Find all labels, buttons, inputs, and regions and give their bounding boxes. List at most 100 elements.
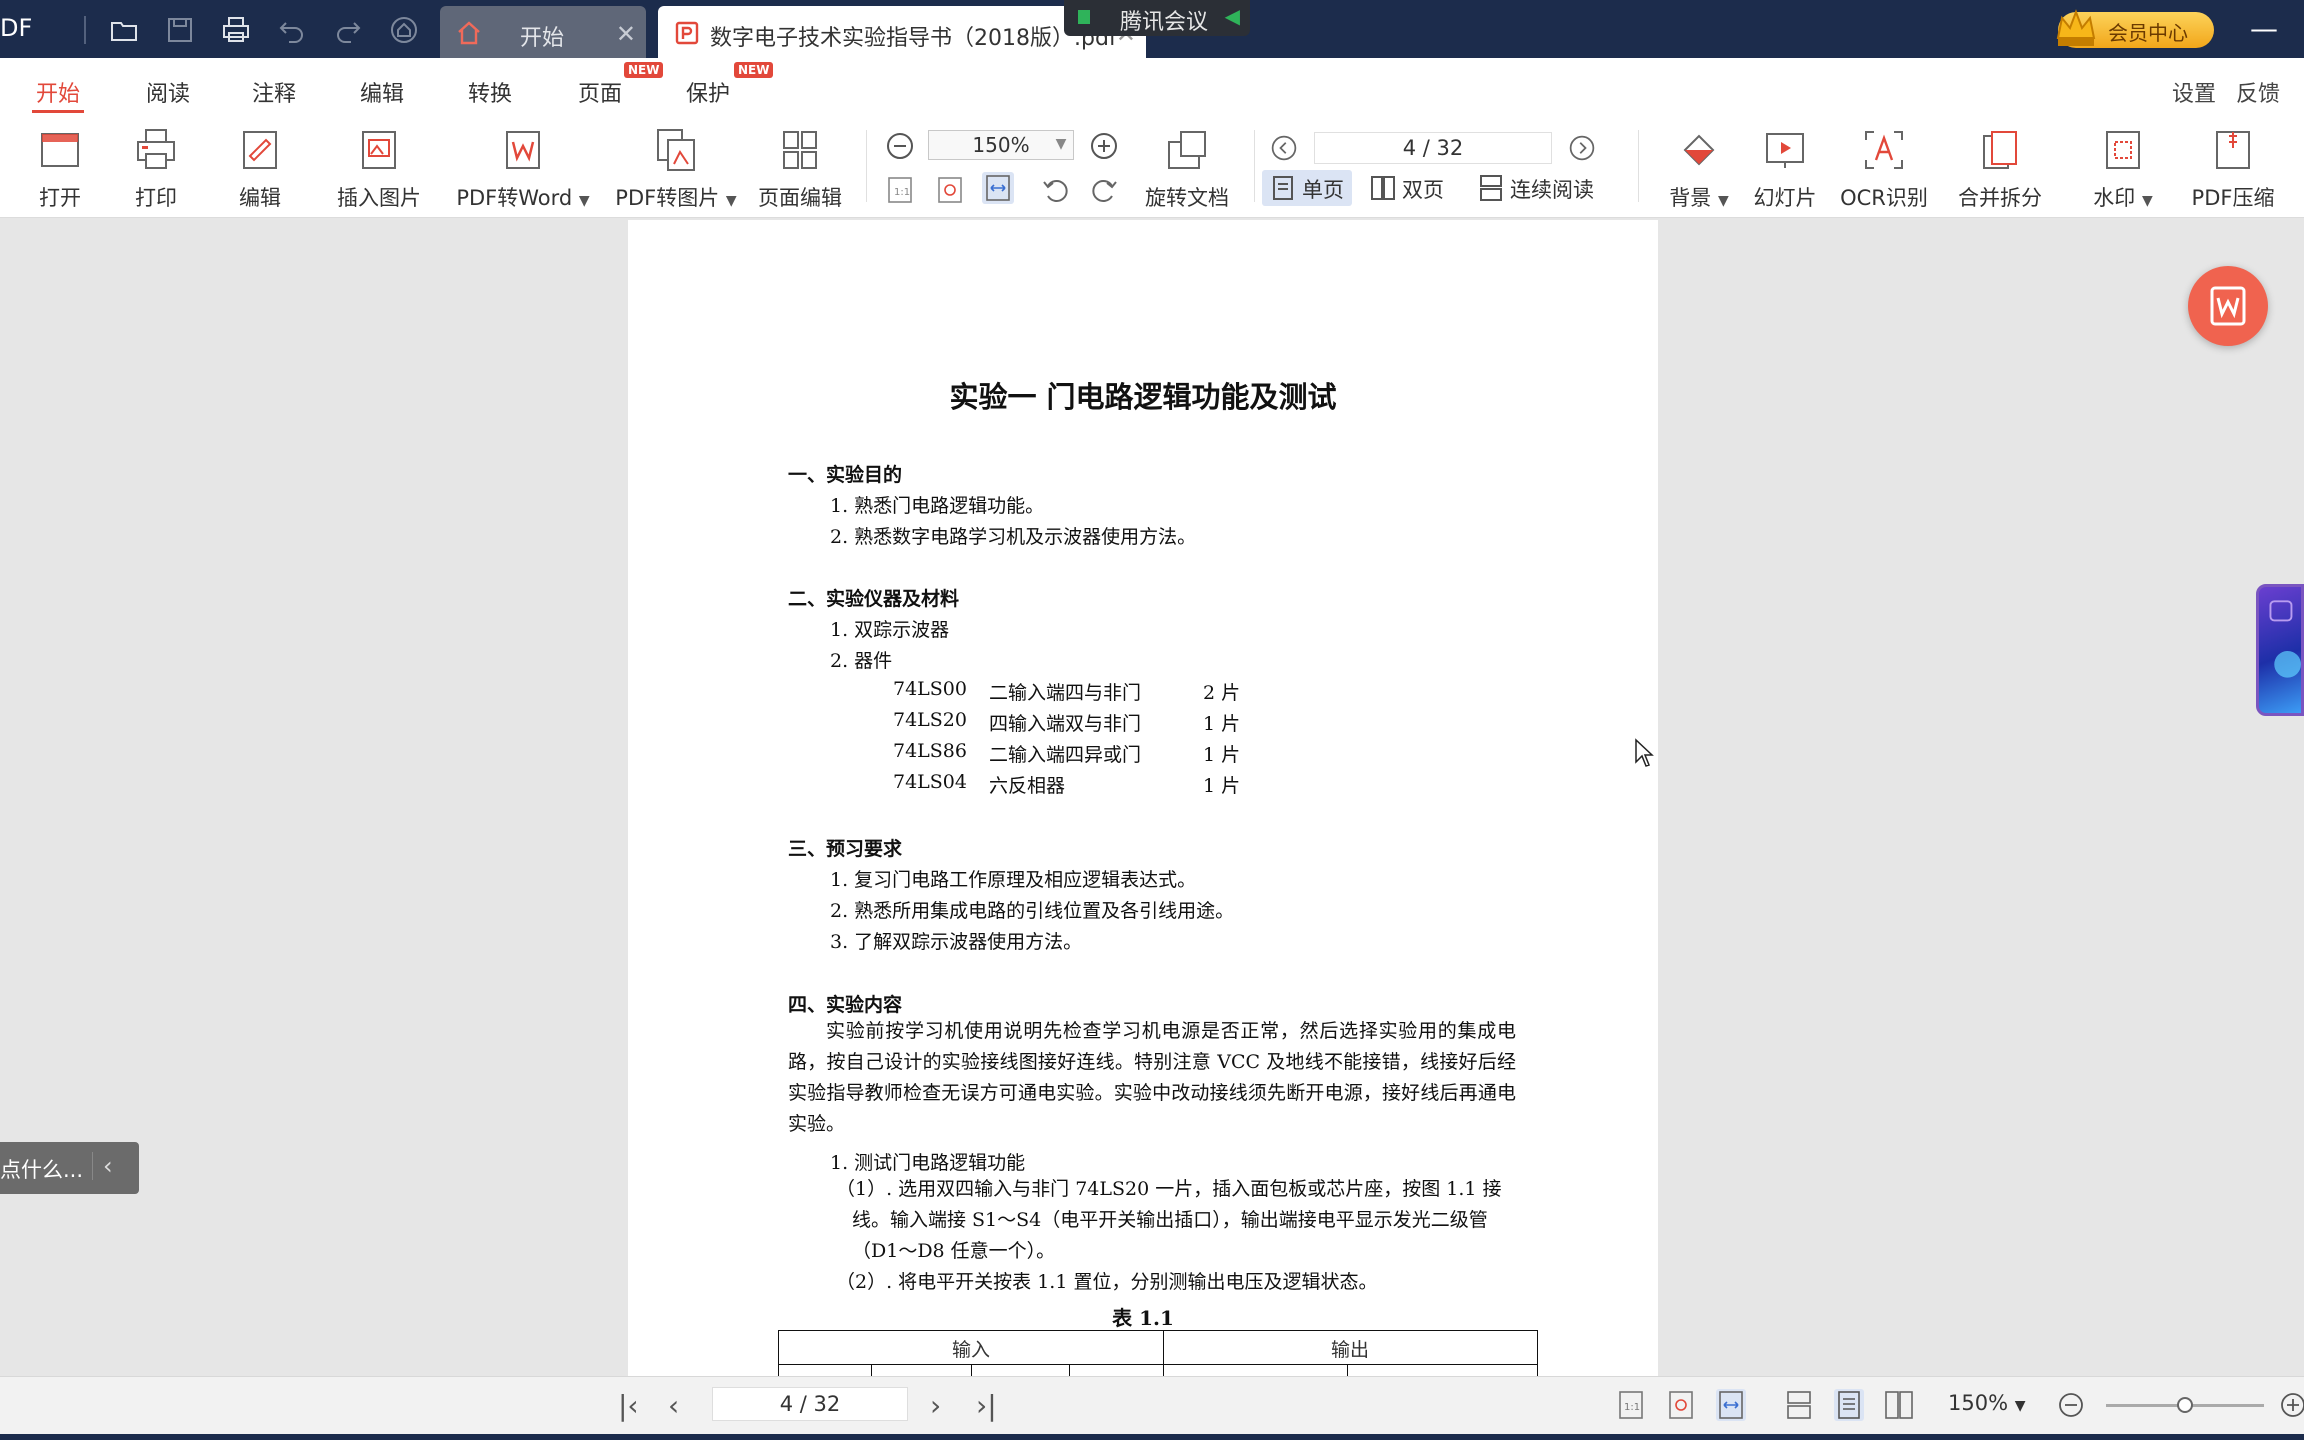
menu-edit[interactable]: 编辑 [360, 76, 404, 108]
speaker-icon: ◀ [1224, 4, 1240, 28]
print-icon[interactable] [218, 12, 254, 48]
open-folder-icon[interactable] [106, 12, 142, 48]
zoom-in-icon[interactable] [1088, 130, 1120, 162]
toolbar-divider [1638, 130, 1639, 202]
last-page-icon[interactable]: ›| [976, 1389, 997, 1422]
slideshow-button[interactable]: 幻灯片 [1752, 126, 1818, 212]
insert-image-button[interactable]: 插入图片 [336, 126, 422, 212]
menu-page[interactable]: 页面 NEW [578, 62, 664, 108]
step-paragraph: （1）. 选用双四输入与非门 74LS20 一片，插入面包板或芯片座，按图 1.… [836, 1178, 1502, 1262]
double-page-icon [1371, 176, 1395, 200]
fit-page-icon[interactable] [1666, 1389, 1696, 1421]
double-page-button[interactable]: 双页 [1362, 170, 1452, 206]
part-quantity: 1 片 [1203, 775, 1241, 797]
part-description: 四输入端双与非门 [989, 713, 1142, 735]
tencent-meeting-indicator[interactable]: 腾讯会议 ◀ [1064, 0, 1250, 36]
prev-page-icon[interactable]: ‹ [668, 1389, 679, 1422]
ribbon-toolbar: 打开 打印 编辑 插入图片 PDF转Word ▼ PDF转图片 ▼ 页面编辑 1… [0, 114, 2304, 218]
background-button[interactable]: 背景 ▼ [1664, 126, 1734, 212]
paint-bucket-icon [1683, 134, 1715, 166]
convert-to-word-float-button[interactable] [2188, 266, 2268, 346]
list-item: 3. 了解双踪示波器使用方法。 [830, 931, 1083, 953]
toolbar-divider [866, 130, 867, 202]
table-divider [1347, 1365, 1348, 1376]
taskbar-strip [0, 1434, 2304, 1440]
menu-annotate[interactable]: 注释 [252, 76, 296, 108]
fit-page-icon[interactable] [934, 174, 966, 206]
redo-icon[interactable] [330, 12, 366, 48]
tab-home[interactable]: 开始 ✕ [440, 6, 646, 58]
pdf-to-word-button[interactable]: PDF转Word ▼ [454, 126, 592, 212]
settings-link[interactable]: 设置 [2172, 76, 2216, 108]
zoom-out-icon[interactable] [2056, 1389, 2086, 1421]
menu-protect[interactable]: 保护 NEW [686, 62, 774, 108]
watermark-icon [2106, 131, 2140, 169]
status-zoom-select[interactable]: 150% ▼ [1948, 1391, 2026, 1415]
pdf-file-icon [675, 21, 699, 45]
close-tab-icon[interactable]: ✕ [616, 20, 636, 48]
menu-convert[interactable]: 转换 [468, 76, 512, 108]
ocr-label: OCR识别 [1840, 186, 1928, 210]
next-page-icon[interactable]: › [930, 1389, 941, 1422]
zoom-out-icon[interactable] [884, 130, 916, 162]
menu-start[interactable]: 开始 [31, 76, 85, 113]
ocr-button[interactable]: OCR识别 [1838, 126, 1930, 212]
fit-width-icon[interactable] [1716, 1389, 1746, 1421]
page-number-input[interactable]: 4 / 32 [1314, 132, 1552, 164]
print-button[interactable]: 打印 [132, 126, 180, 212]
merge-split-button[interactable]: 合并拆分 [1954, 126, 2046, 212]
single-page-label: 单页 [1302, 178, 1344, 202]
single-page-view-icon[interactable] [1834, 1389, 1864, 1421]
page-grid-icon [783, 131, 817, 169]
list-item: 2. 熟悉数字电路学习机及示波器使用方法。 [830, 526, 1197, 548]
vip-center-button[interactable]: 会员中心 [2056, 9, 2214, 48]
zoom-dropdown-icon[interactable]: ▼ [1048, 130, 1074, 160]
first-page-icon[interactable]: |‹ [618, 1389, 639, 1422]
home-circle-icon[interactable] [386, 12, 422, 48]
feedback-link[interactable]: 反馈 [2236, 76, 2280, 108]
rotate-left-icon[interactable] [1040, 174, 1072, 206]
next-page-icon[interactable] [1568, 134, 1596, 162]
actual-size-icon[interactable]: 1:1 [1616, 1389, 1646, 1421]
page-edit-button[interactable]: 页面编辑 [758, 126, 842, 212]
open-file-icon [41, 133, 79, 167]
actual-size-icon[interactable]: 1:1 [884, 174, 916, 206]
undo-icon[interactable] [274, 12, 310, 48]
rotate-right-icon[interactable] [1088, 174, 1120, 206]
section-heading: 二、实验仪器及材料 [788, 588, 960, 610]
table-caption: 表 1.1 [1112, 1306, 1174, 1330]
zoom-slider-thumb[interactable] [2177, 1397, 2193, 1413]
save-icon[interactable] [162, 12, 198, 48]
vip-crown-icon [2056, 9, 2096, 46]
rotate-document-label: 旋转文档 [1145, 186, 1229, 210]
continuous-read-button[interactable]: 连续阅读 [1470, 170, 1602, 206]
app-title-fragment: DF [0, 14, 33, 42]
menu-read[interactable]: 阅读 [146, 76, 190, 108]
status-page-input[interactable]: 4 / 32 [712, 1387, 908, 1421]
edit-button[interactable]: 编辑 [236, 126, 284, 212]
continuous-view-icon[interactable] [1784, 1389, 1814, 1421]
ask-assistant-pill[interactable]: 点什么... ‹ [0, 1142, 139, 1194]
previous-page-icon[interactable] [1270, 134, 1298, 162]
pdf-compress-button[interactable]: PDF压缩 [2188, 126, 2278, 212]
zoom-in-icon[interactable] [2278, 1389, 2304, 1421]
section-heading: 一、实验目的 [788, 464, 903, 486]
single-page-button[interactable]: 单页 [1262, 170, 1352, 206]
open-button[interactable]: 打开 [36, 126, 84, 212]
pdf-to-image-button[interactable]: PDF转图片 ▼ [614, 126, 738, 212]
side-assistant-widget[interactable] [2256, 584, 2304, 716]
minimize-button[interactable]: — [2250, 12, 2278, 45]
double-page-view-icon[interactable] [1884, 1389, 1914, 1421]
mouse-cursor-icon [1635, 738, 1654, 767]
open-label: 打开 [39, 186, 81, 210]
new-badge: NEW [624, 62, 664, 78]
printer-icon [137, 129, 175, 169]
meeting-label: 腾讯会议 [1120, 10, 1209, 35]
rotate-document-button[interactable]: 旋转文档 [1142, 126, 1232, 212]
title-bar: DF 开始 ✕ 数字电子技术实验指导书（2018版）.pdf ✕ 腾讯会议 ◀ … [0, 0, 2304, 58]
watermark-button[interactable]: 水印 ▼ [2090, 126, 2156, 212]
collapse-chevron-icon[interactable]: ‹ [92, 1152, 113, 1180]
slideshow-label: 幻灯片 [1753, 186, 1817, 210]
home-icon [458, 21, 480, 45]
fit-width-icon[interactable] [982, 172, 1014, 204]
